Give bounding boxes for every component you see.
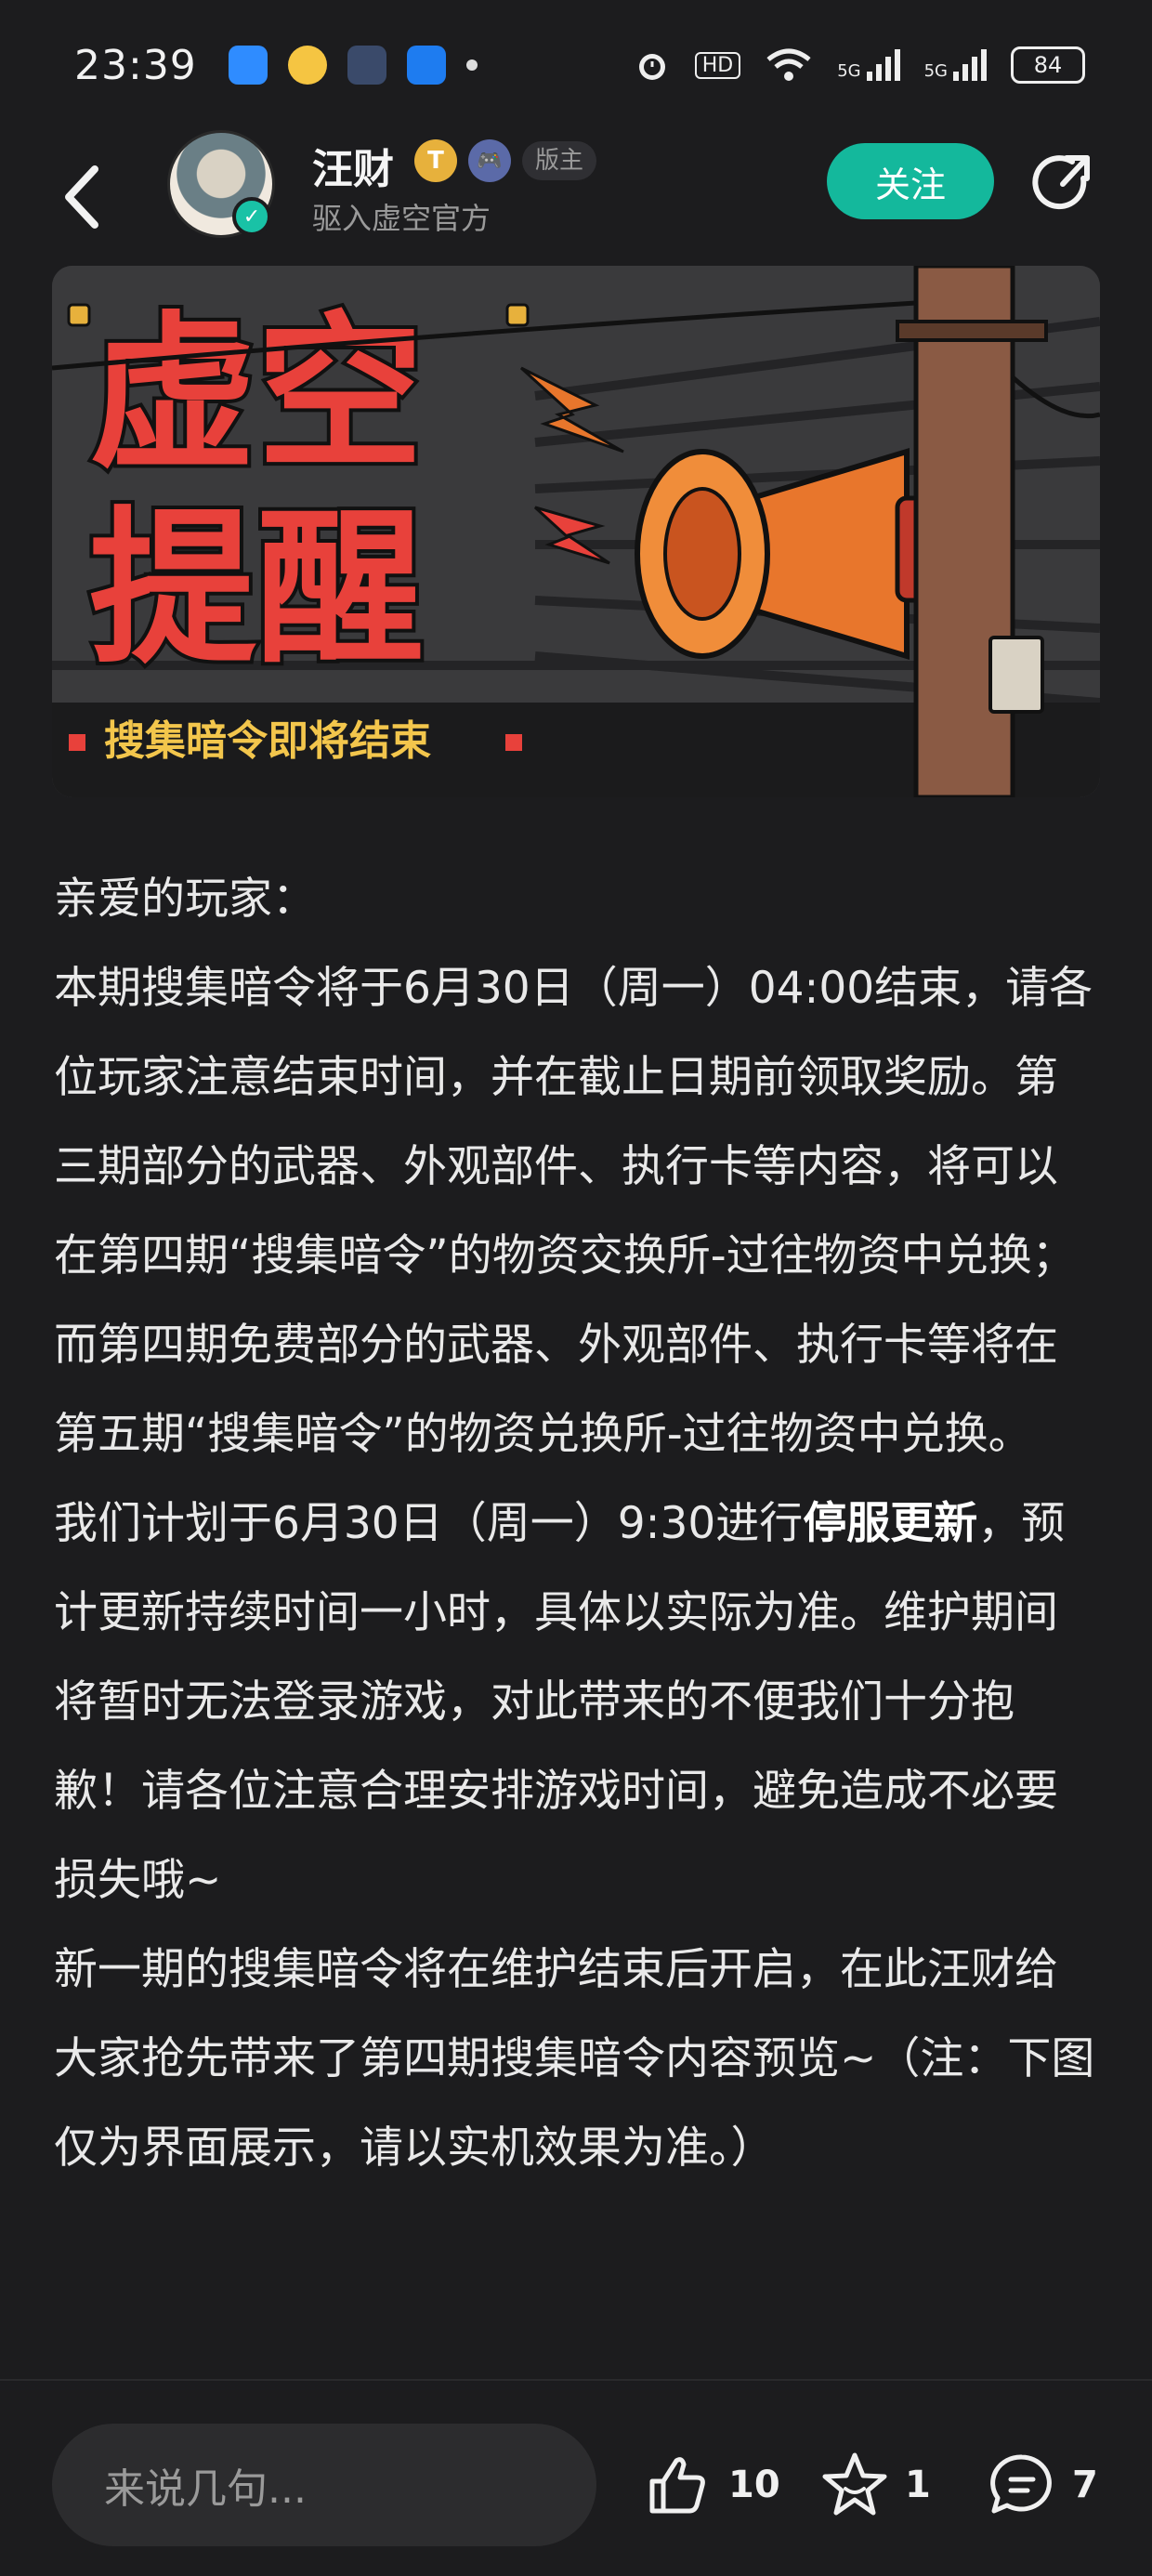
- signal-icon-1: 5G: [837, 49, 900, 81]
- status-time: 23:39: [74, 41, 197, 89]
- paragraph-2-end: ，预计更新持续时间一小时，具体以实际为准。维护期间将暂时无法登录游戏，对此带来的…: [54, 1498, 1066, 1906]
- comment-input[interactable]: 来说几句...: [52, 2424, 596, 2546]
- status-indicators: HD 5G 5G 84: [634, 46, 1085, 84]
- banner-illustration: 虚空 提醒 搜集暗令即将结束: [52, 266, 1100, 797]
- user-name[interactable]: 汪财: [312, 136, 394, 195]
- post-header: ✓ 汪财 T 🎮 版主 驱入虚空官方 关注: [0, 130, 1152, 269]
- post-content: 亲爱的玩家： 本期搜集暗令将于6月30日（周一）04:00结束，请各位玩家注意结…: [54, 855, 1098, 2193]
- status-app-icons: [228, 46, 478, 85]
- level-badge-icon: T: [414, 139, 457, 182]
- favorite-button[interactable]: 1: [818, 2446, 931, 2524]
- megaphone-icon: [635, 447, 956, 661]
- gamepad-badge-icon: 🎮: [468, 139, 511, 182]
- paragraph-1: 本期搜集暗令将于6月30日（周一）04:00结束，请各位玩家注意结束时间，并在截…: [54, 963, 1093, 1460]
- wifi-icon: [766, 48, 811, 81]
- bottom-action-bar: 来说几句... 10 1 7: [0, 2379, 1152, 2576]
- comment-button[interactable]: 7: [985, 2446, 1098, 2524]
- hd-icon: HD: [694, 51, 741, 79]
- greeting-text: 亲爱的玩家：: [54, 874, 316, 925]
- back-icon[interactable]: [56, 160, 111, 234]
- maintenance-highlight: 停服更新: [803, 1498, 978, 1549]
- battery-indicator: 84: [1011, 46, 1085, 84]
- comment-count: 7: [1072, 2464, 1098, 2506]
- comment-icon: [990, 2454, 1052, 2514]
- favorite-count: 1: [905, 2464, 931, 2506]
- paragraph-2: 我们计划于6月30日（周一）9:30进行停服更新，预计更新持续时间一小时，具体以…: [54, 1479, 1098, 1925]
- banner-title-line1: 虚空: [89, 297, 424, 492]
- banner-image[interactable]: 虚空 提醒 搜集暗令即将结束: [52, 266, 1100, 797]
- feishu-icon: [406, 46, 446, 85]
- banner-subtitle: 搜集暗令即将结束: [104, 717, 431, 765]
- star-icon: [822, 2452, 887, 2516]
- banner-title-line2: 提醒: [89, 493, 424, 687]
- alarm-icon: [638, 54, 665, 80]
- moderator-tag: 版主: [522, 141, 597, 180]
- signal-icon-2: 5G: [924, 49, 987, 81]
- verified-icon: ✓: [232, 197, 271, 236]
- user-subtitle: 驱入虚空官方: [312, 201, 491, 236]
- qq-icon: [228, 46, 268, 85]
- more-notifications-icon: [465, 59, 478, 71]
- weibo-icon: [287, 46, 327, 85]
- like-button[interactable]: 10: [641, 2446, 780, 2524]
- thumbs-up-icon: [649, 2457, 705, 2514]
- mail-icon: [347, 46, 386, 85]
- status-bar: 23:39 HD 5G 5G 84: [0, 0, 1152, 130]
- paragraph-2-start: 我们计划于6月30日（周一）9:30进行: [54, 1498, 804, 1549]
- like-count: 10: [728, 2464, 780, 2506]
- paragraph-3: 新一期的搜集暗令将在维护结束后开启，在此汪财给大家抢先带来了第四期搜集暗令内容预…: [54, 1944, 1095, 2174]
- share-icon[interactable]: [1031, 151, 1100, 219]
- follow-button[interactable]: 关注: [827, 143, 994, 219]
